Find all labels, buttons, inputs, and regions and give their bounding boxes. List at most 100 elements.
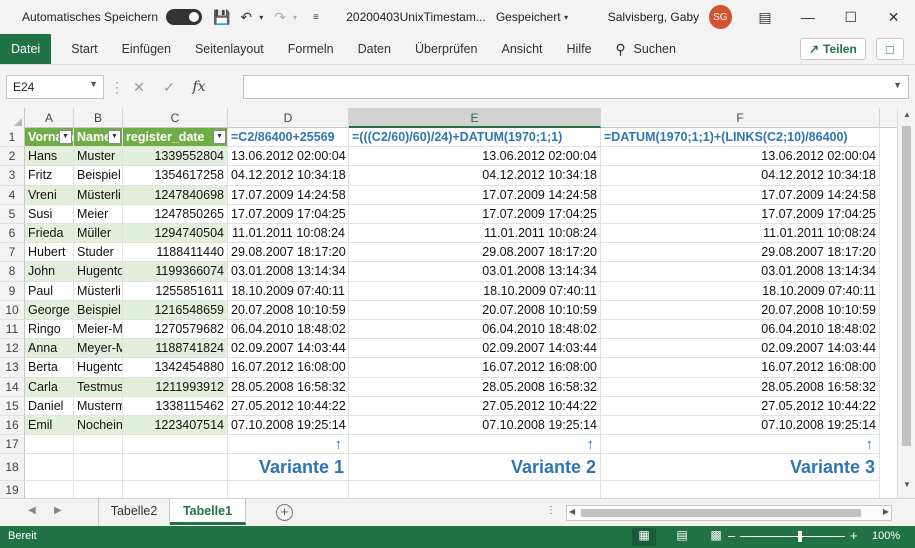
row-header-17[interactable]: 17 bbox=[0, 435, 25, 455]
cell-d19[interactable] bbox=[228, 481, 349, 498]
table-cell-a[interactable]: Emil bbox=[25, 416, 74, 436]
date-cell-e[interactable]: 03.01.2008 13:14:34 bbox=[349, 262, 601, 282]
more-icon[interactable]: ⋮ bbox=[110, 79, 124, 96]
table-cell-b[interactable]: Meier bbox=[74, 204, 123, 224]
scroll-left-icon[interactable]: ◀ bbox=[569, 507, 575, 516]
redo-dropdown-icon[interactable]: ▾ bbox=[290, 6, 299, 28]
column-header-d[interactable]: D bbox=[228, 108, 349, 128]
vertical-scroll-thumb[interactable] bbox=[902, 126, 911, 446]
row-header-19[interactable]: 19 bbox=[0, 481, 25, 498]
date-cell-e[interactable]: 07.10.2008 19:25:14 bbox=[349, 416, 601, 436]
row-header-16[interactable]: 16 bbox=[0, 416, 25, 436]
enter-icon[interactable]: ✓ bbox=[154, 79, 184, 96]
save-status-dropdown-icon[interactable]: ▾ bbox=[561, 6, 572, 28]
table-cell-c[interactable]: 1294740504 bbox=[123, 224, 228, 244]
date-cell-f[interactable]: 16.07.2012 16:08:00 bbox=[601, 358, 880, 378]
horizontal-scroll-thumb[interactable] bbox=[581, 509, 861, 517]
select-all-button[interactable] bbox=[0, 108, 25, 128]
table-cell-c[interactable]: 1211993912 bbox=[123, 377, 228, 397]
insert-function-icon[interactable]: fx bbox=[184, 79, 214, 95]
date-cell-e[interactable]: 11.01.2011 10:08:24 bbox=[349, 224, 601, 244]
date-cell-f[interactable]: 13.06.2012 02:00:04 bbox=[601, 147, 880, 167]
row-header-11[interactable]: 11 bbox=[0, 320, 25, 340]
date-cell-e[interactable]: 06.04.2010 18:48:02 bbox=[349, 320, 601, 340]
maximize-icon[interactable]: ☐ bbox=[829, 0, 872, 34]
table-cell-c[interactable]: 1342454880 bbox=[123, 358, 228, 378]
zoom-level[interactable]: 100% bbox=[872, 530, 900, 542]
table-cell-c[interactable]: 1270579682 bbox=[123, 320, 228, 340]
table-cell-a[interactable]: Hans bbox=[25, 147, 74, 167]
table-cell-a[interactable]: Berta bbox=[25, 358, 74, 378]
formula-header-d[interactable]: =C2/86400+25569 bbox=[228, 128, 349, 148]
date-cell-d[interactable]: 17.07.2009 17:04:25 bbox=[228, 204, 349, 224]
redo-icon[interactable]: ↷ bbox=[270, 6, 291, 28]
cell-f19[interactable] bbox=[601, 481, 880, 498]
tab-help[interactable]: Hilfe bbox=[555, 34, 604, 64]
scroll-up-icon[interactable]: ▲ bbox=[898, 110, 915, 126]
date-cell-d[interactable]: 04.12.2012 10:34:18 bbox=[228, 166, 349, 186]
tab-page-layout[interactable]: Seitenlayout bbox=[183, 34, 276, 64]
date-cell-e[interactable]: 28.05.2008 16:58:32 bbox=[349, 377, 601, 397]
table-cell-c[interactable]: 1216548659 bbox=[123, 300, 228, 320]
filter-dropdown-icon[interactable]: ▼ bbox=[108, 130, 121, 144]
date-cell-e[interactable]: 02.09.2007 14:03:44 bbox=[349, 339, 601, 359]
date-cell-f[interactable]: 04.12.2012 10:34:18 bbox=[601, 166, 880, 186]
date-cell-d[interactable]: 29.08.2007 18:17:20 bbox=[228, 243, 349, 263]
next-sheet-icon[interactable]: ▶ bbox=[54, 505, 62, 516]
chevron-down-icon[interactable]: ▼ bbox=[89, 79, 98, 89]
zoom-slider-knob[interactable] bbox=[798, 531, 802, 542]
row-header-6[interactable]: 6 bbox=[0, 224, 25, 244]
table-cell-c[interactable]: 1338115462 bbox=[123, 396, 228, 416]
page-layout-view-icon[interactable]: ▤ bbox=[670, 528, 694, 546]
user-name[interactable]: Salvisberg, Gaby bbox=[608, 10, 699, 24]
scroll-down-icon[interactable]: ▼ bbox=[898, 480, 915, 496]
date-cell-e[interactable]: 29.08.2007 18:17:20 bbox=[349, 243, 601, 263]
cell-b18[interactable] bbox=[74, 454, 123, 482]
add-sheet-icon[interactable]: + bbox=[276, 504, 293, 521]
date-cell-e[interactable]: 17.07.2009 17:04:25 bbox=[349, 204, 601, 224]
table-cell-a[interactable]: Anna bbox=[25, 339, 74, 359]
table-cell-a[interactable]: Vreni bbox=[25, 185, 74, 205]
table-cell-c[interactable]: 1199366074 bbox=[123, 262, 228, 282]
date-cell-f[interactable]: 06.04.2010 18:48:02 bbox=[601, 320, 880, 340]
table-cell-b[interactable]: Hugentobler bbox=[74, 358, 123, 378]
customize-toolbar-icon[interactable]: ≡ bbox=[306, 6, 327, 28]
tab-insert[interactable]: Einfügen bbox=[110, 34, 183, 64]
row-header-4[interactable]: 4 bbox=[0, 185, 25, 205]
row-header-1[interactable]: 1 bbox=[0, 128, 25, 148]
date-cell-e[interactable]: 20.07.2008 10:10:59 bbox=[349, 300, 601, 320]
zoom-out-icon[interactable]: – bbox=[728, 528, 735, 543]
row-header-12[interactable]: 12 bbox=[0, 339, 25, 359]
save-status[interactable]: Gespeichert bbox=[496, 10, 561, 24]
row-header-14[interactable]: 14 bbox=[0, 377, 25, 397]
row-header-9[interactable]: 9 bbox=[0, 281, 25, 301]
tab-formulas[interactable]: Formeln bbox=[276, 34, 346, 64]
row-header-2[interactable]: 2 bbox=[0, 147, 25, 167]
row-header-7[interactable]: 7 bbox=[0, 243, 25, 263]
table-cell-b[interactable]: Muster bbox=[74, 147, 123, 167]
cell-c18[interactable] bbox=[123, 454, 228, 482]
vertical-scrollbar[interactable]: ▲ ▼ bbox=[897, 108, 915, 498]
column-header-c[interactable]: C bbox=[123, 108, 228, 128]
date-cell-f[interactable]: 20.07.2008 10:10:59 bbox=[601, 300, 880, 320]
table-cell-c[interactable]: 1255851611 bbox=[123, 281, 228, 301]
avatar[interactable]: SG bbox=[709, 5, 732, 29]
cell-c19[interactable] bbox=[123, 481, 228, 498]
undo-icon[interactable]: ↶ bbox=[236, 6, 257, 28]
column-header-b[interactable]: B bbox=[74, 108, 123, 128]
table-cell-a[interactable]: Susi bbox=[25, 204, 74, 224]
row-header-3[interactable]: 3 bbox=[0, 166, 25, 186]
table-cell-a[interactable]: George bbox=[25, 300, 74, 320]
cell-a18[interactable] bbox=[25, 454, 74, 482]
date-cell-d[interactable]: 18.10.2009 07:40:11 bbox=[228, 281, 349, 301]
prev-sheet-icon[interactable]: ◀ bbox=[28, 505, 36, 516]
date-cell-d[interactable]: 13.06.2012 02:00:04 bbox=[228, 147, 349, 167]
date-cell-e[interactable]: 13.06.2012 02:00:04 bbox=[349, 147, 601, 167]
expand-formula-icon[interactable]: ▼ bbox=[893, 80, 902, 90]
table-cell-c[interactable]: 1339552804 bbox=[123, 147, 228, 167]
search-icon[interactable]: ⚲ bbox=[610, 38, 632, 60]
table-cell-b[interactable]: Mustermann bbox=[74, 396, 123, 416]
table-cell-b[interactable]: Testmuster bbox=[74, 377, 123, 397]
tab-view[interactable]: Ansicht bbox=[490, 34, 555, 64]
date-cell-f[interactable]: 11.01.2011 10:08:24 bbox=[601, 224, 880, 244]
